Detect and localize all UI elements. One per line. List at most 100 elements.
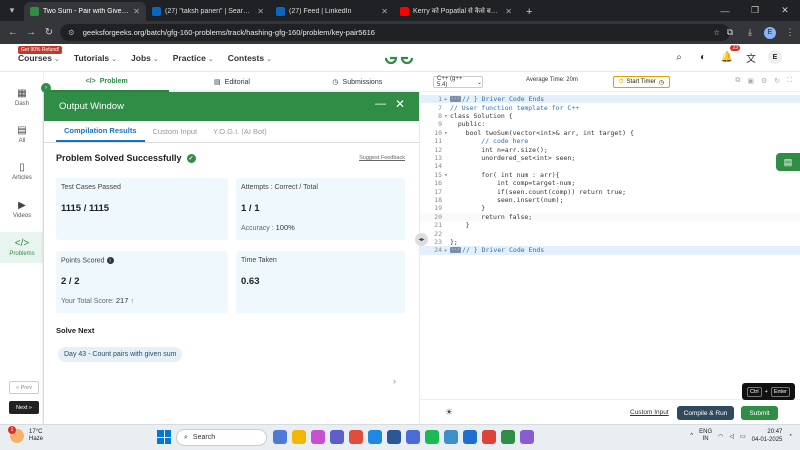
code-line[interactable]: 15 ▾ for( int num : arr){ xyxy=(420,171,800,179)
browser-tab[interactable]: Kerry को Popatlal से कैसे बचाएगा ✕ xyxy=(394,2,518,21)
browser-menu-icon[interactable]: ⋮ xyxy=(780,27,800,38)
extensions-icon[interactable]: ⧉ xyxy=(720,27,740,38)
tab-search-icon[interactable]: ▾ xyxy=(0,0,24,21)
minimize-icon[interactable]: — xyxy=(375,98,386,110)
reload-icon[interactable]: ↻ xyxy=(40,27,58,38)
url-bar[interactable]: ⚙ geeksforgeeks.org/batch/gfg-160-proble… xyxy=(60,24,730,41)
tab-editorial[interactable]: ▤ Editorial xyxy=(169,72,294,92)
taskbar-app-icon[interactable] xyxy=(368,430,382,444)
code-line[interactable]: 20 return false; xyxy=(420,212,800,221)
browser-tab[interactable]: (27) Feed | LinkedIn ✕ xyxy=(270,2,394,21)
submit-button[interactable]: Submit xyxy=(741,406,778,420)
custom-input-link[interactable]: Custom Input xyxy=(630,409,669,416)
translate-icon[interactable]: 文 xyxy=(744,50,758,65)
taskbar-app-icon[interactable] xyxy=(444,430,458,444)
fullscreen-icon[interactable]: ⛶ xyxy=(787,77,792,85)
nav-courses[interactable]: Courses ⌄ xyxy=(18,53,60,63)
weather-widget[interactable]: 1 17°C Haze xyxy=(8,426,43,443)
code-line[interactable]: 18 seen.insert(num); xyxy=(420,196,800,204)
tab-custom-input[interactable]: Custom Input xyxy=(145,121,206,142)
restore-window-icon[interactable]: ❐ xyxy=(740,0,770,21)
code-line[interactable]: 10 ▾ bool twoSum(vector<int>& arr, int ta… xyxy=(420,129,800,137)
theme-toggle-icon[interactable]: ◐ xyxy=(696,50,710,64)
language-select[interactable]: C++ (g++ 5.4) ⌄ xyxy=(433,76,483,88)
fold-icon[interactable]: ▸ xyxy=(442,246,450,254)
code-line[interactable]: 24 ▸ ···// } Driver Code Ends xyxy=(420,246,800,255)
nav-contests[interactable]: Contests ⌄ xyxy=(228,53,272,63)
close-tab-icon[interactable]: ✕ xyxy=(257,7,264,16)
minimize-window-icon[interactable]: — xyxy=(710,0,740,21)
close-window-icon[interactable]: ✕ xyxy=(770,0,800,21)
panel-resize-handle-icon[interactable]: ◂▸ xyxy=(415,233,428,246)
nav-tutorials[interactable]: Tutorials ⌄ xyxy=(74,53,117,63)
code-editor[interactable]: 1 ▸ ···// } Driver Code Ends 7// User funct… xyxy=(420,92,800,399)
code-line[interactable]: 22 xyxy=(420,229,800,238)
wifi-icon[interactable]: ◠ xyxy=(718,433,723,440)
taskbar-app-icon[interactable] xyxy=(311,430,325,444)
bookmark-star-icon[interactable]: ☆ xyxy=(713,28,720,37)
code-line[interactable]: 21 } xyxy=(420,221,800,229)
taskbar-app-icon[interactable] xyxy=(406,430,420,444)
close-tab-icon[interactable]: ✕ xyxy=(133,7,140,16)
clock[interactable]: 20:47 04-01-2025 xyxy=(752,428,783,444)
rail-item-dash[interactable]: ▦ Dash xyxy=(0,88,44,107)
taskbar-app-icon[interactable] xyxy=(387,430,401,444)
code-line[interactable]: 1 ▸ ···// } Driver Code Ends xyxy=(420,95,800,104)
taskbar-app-icon[interactable] xyxy=(425,430,439,444)
downloads-icon[interactable]: ⤓ xyxy=(740,27,760,38)
nav-jobs[interactable]: Jobs ⌄ xyxy=(131,53,159,63)
next-button[interactable]: Next » xyxy=(9,401,39,414)
profile-avatar[interactable]: E xyxy=(764,26,776,39)
settings-icon[interactable]: ⚙ xyxy=(761,77,767,85)
forward-icon[interactable]: → xyxy=(22,27,40,38)
code-line[interactable]: 23}; xyxy=(420,238,800,246)
code-line[interactable]: 11 // code here xyxy=(420,137,800,145)
taskbar-search[interactable]: ⌕ Search xyxy=(176,429,267,446)
code-line[interactable]: 8 ▾ class Solution { xyxy=(420,112,800,120)
info-icon[interactable]: i xyxy=(106,257,114,264)
copy-icon[interactable]: ⧉ xyxy=(735,77,740,85)
taskbar-app-icon[interactable] xyxy=(273,430,287,444)
tray-chevron-icon[interactable]: ^ xyxy=(690,433,693,439)
rail-item-videos[interactable]: ▶ Videos xyxy=(0,200,44,219)
code-line[interactable]: 17 if(seen.count(comp)) return true; xyxy=(420,187,800,196)
search-icon[interactable]: ⌕ xyxy=(672,50,686,64)
new-tab-button[interactable]: + xyxy=(518,2,540,21)
gfg-logo[interactable] xyxy=(383,50,415,66)
save-icon[interactable]: ▣ xyxy=(747,77,754,85)
battery-icon[interactable]: ▭ xyxy=(740,433,746,440)
close-icon[interactable]: ✕ xyxy=(395,97,405,111)
code-line[interactable]: 12 int n=arr.size(); xyxy=(420,145,800,154)
taskbar-app-icon[interactable] xyxy=(482,430,496,444)
code-line[interactable]: 14 xyxy=(420,162,800,170)
taskbar-app-icon[interactable] xyxy=(292,430,306,444)
fold-icon[interactable]: ▾ xyxy=(442,129,450,137)
nav-practice[interactable]: Practice ⌄ xyxy=(173,53,214,63)
fold-icon[interactable]: ▾ xyxy=(442,171,450,179)
code-line[interactable]: 7 // User function template for C++ xyxy=(420,103,800,112)
taskbar-app-icon[interactable] xyxy=(463,430,477,444)
tab-yogi-ai-bot[interactable]: Y.O.G.I. (AI Bot) xyxy=(205,121,275,142)
chat-icon[interactable]: ▤ xyxy=(776,153,800,171)
volume-icon[interactable]: ◁ xyxy=(729,433,734,440)
fold-icon[interactable]: ▸ xyxy=(442,95,450,103)
close-tab-icon[interactable]: ✕ xyxy=(381,7,388,16)
next-problem-chip[interactable]: Day 43 - Count pairs with given sum xyxy=(58,347,183,362)
taskbar-app-icon[interactable] xyxy=(520,430,534,444)
taskbar-app-icon[interactable] xyxy=(330,430,344,444)
code-line[interactable]: 13 unordered_set<int> seen; xyxy=(420,154,800,162)
taskbar-app-icon[interactable] xyxy=(349,430,363,444)
tab-problem[interactable]: </> Problem xyxy=(44,72,170,92)
back-icon[interactable]: ← xyxy=(4,27,22,38)
notification-bell-icon[interactable]: 🔔 23 xyxy=(720,45,740,64)
rail-item-all[interactable]: ▤ All xyxy=(0,125,44,144)
rail-item-articles[interactable]: ▯ Articles xyxy=(0,162,44,181)
reset-icon[interactable]: ↻ xyxy=(774,77,780,85)
fold-icon[interactable]: ▾ xyxy=(442,112,450,120)
site-info-icon[interactable]: ⚙ xyxy=(68,28,75,37)
input-language[interactable]: ENG IN xyxy=(699,429,712,443)
windows-start-icon[interactable] xyxy=(157,430,171,444)
notifications-icon[interactable]: ◔ xyxy=(788,433,792,439)
chevron-right-icon[interactable]: › xyxy=(393,376,396,386)
suggest-feedback-link[interactable]: Suggest Feedback xyxy=(359,155,405,161)
